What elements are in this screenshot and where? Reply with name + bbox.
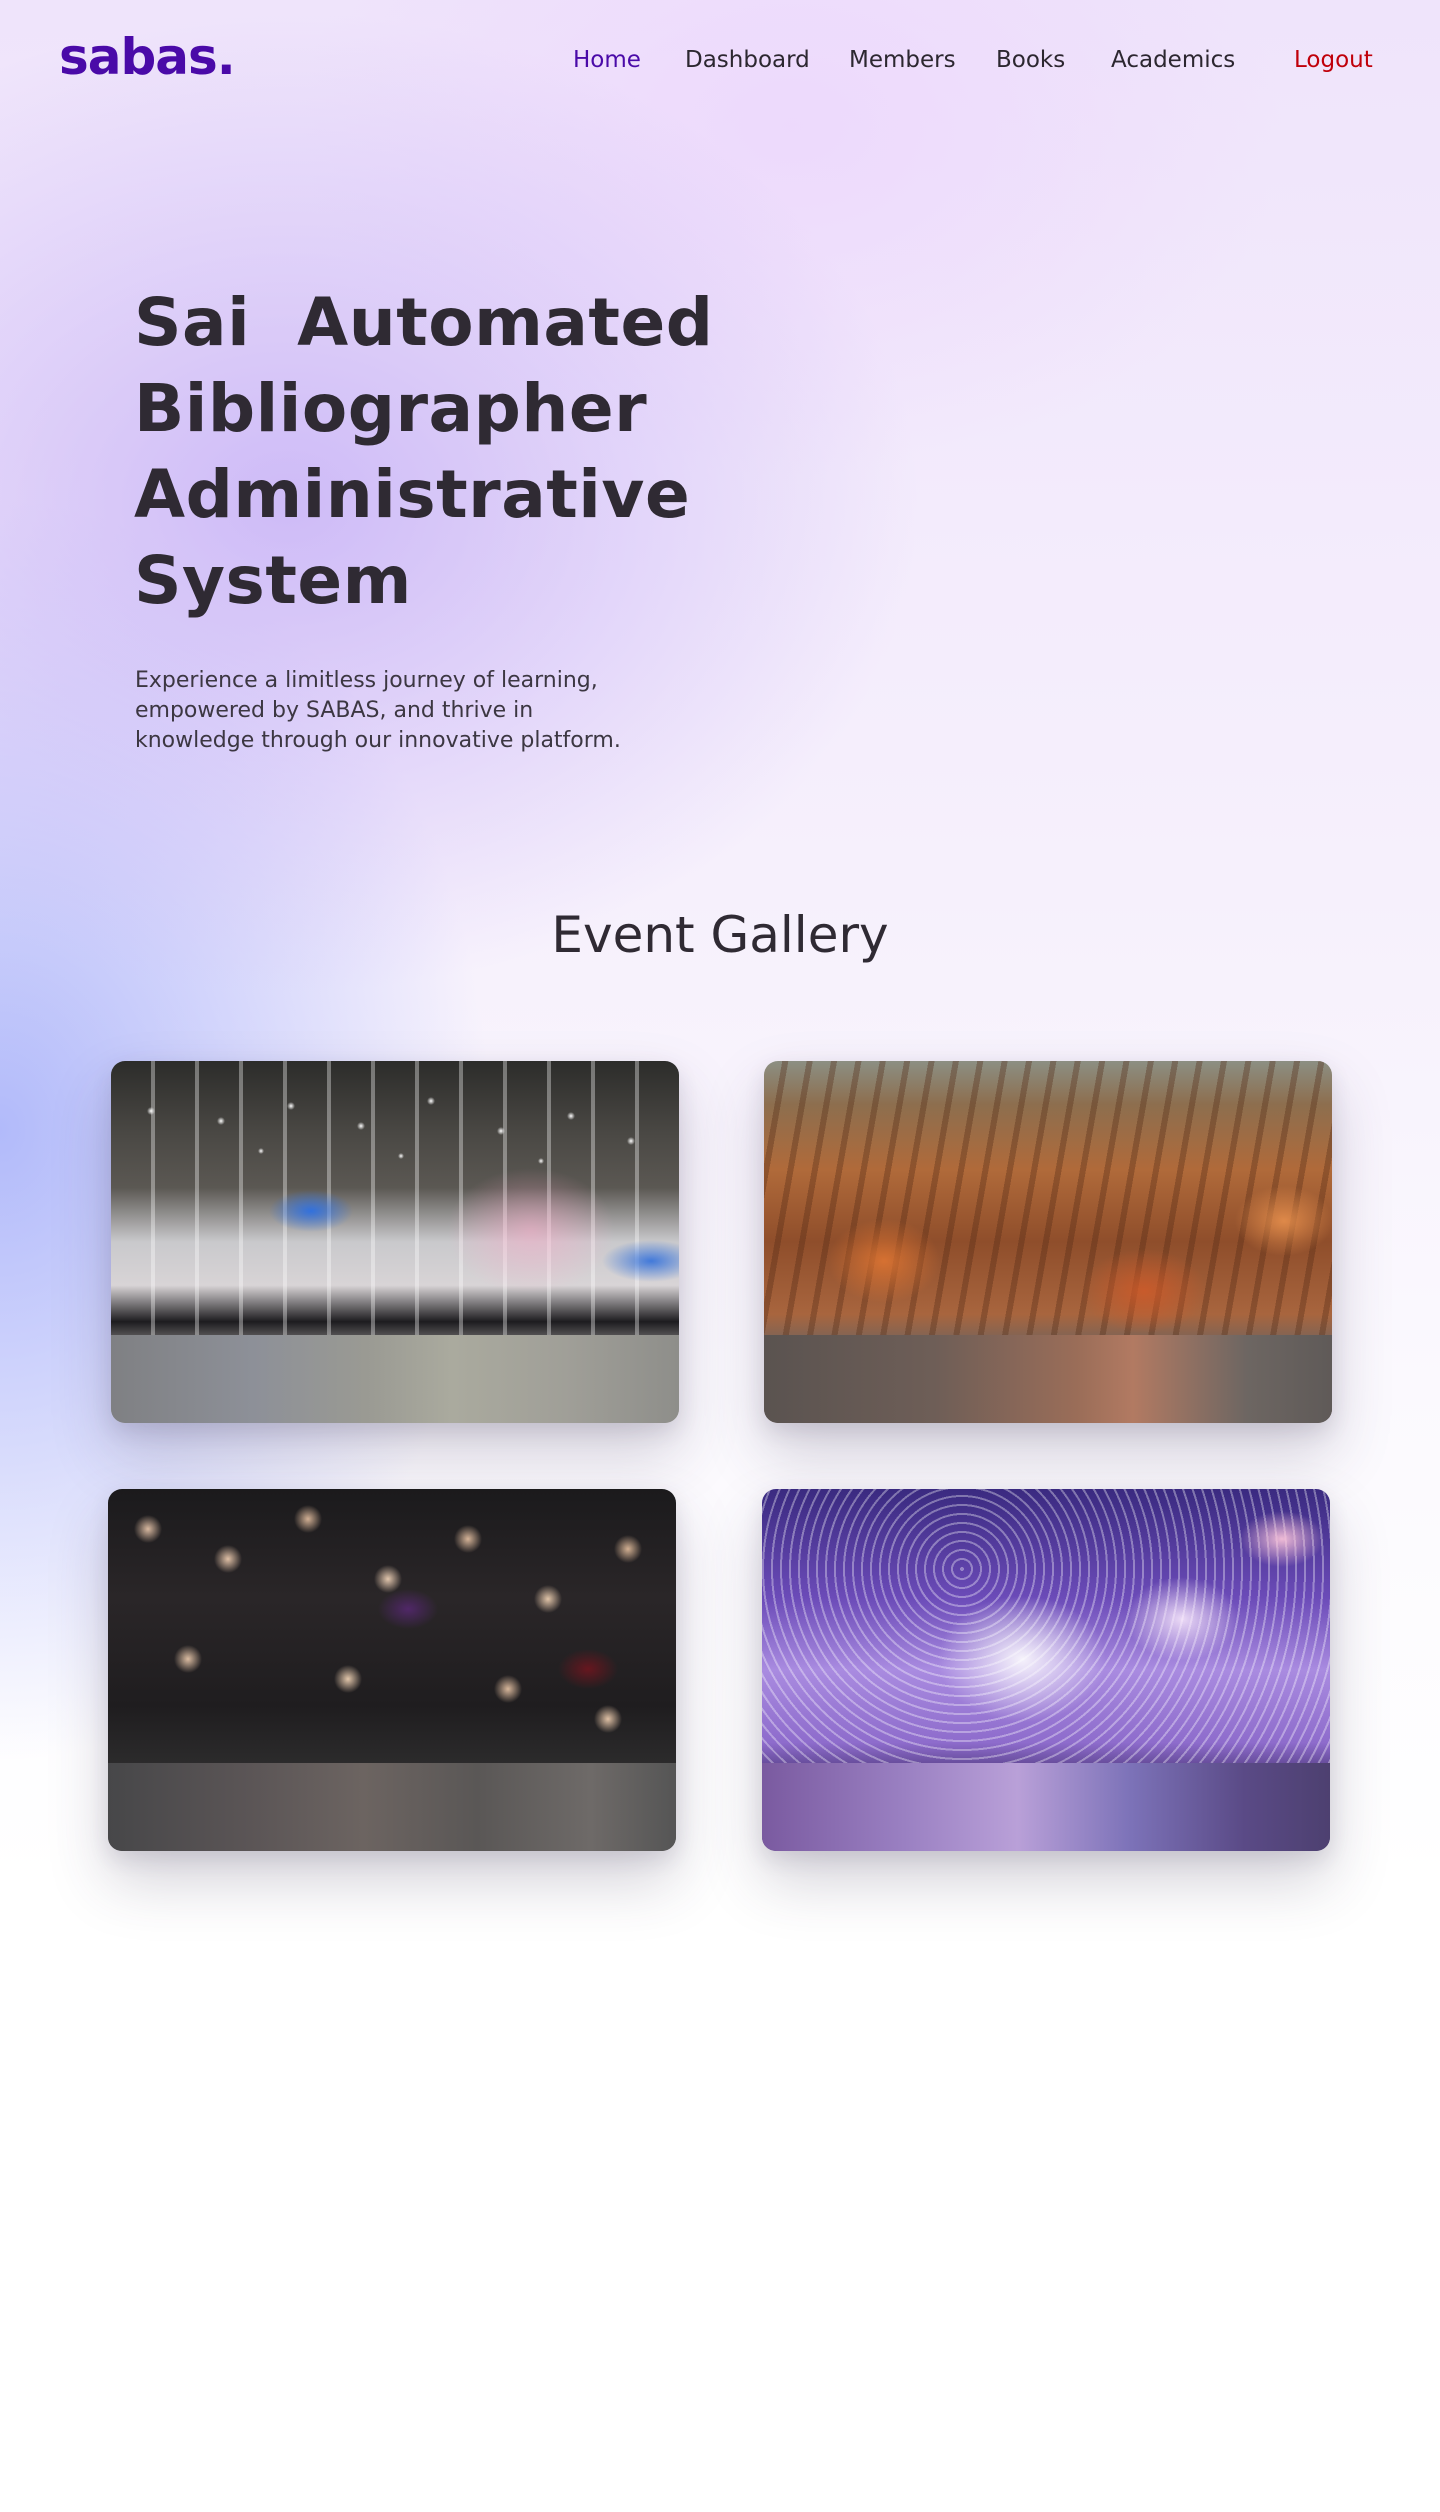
hero-title-line: Bibliographer (134, 370, 648, 447)
logout-button[interactable]: Logout (1294, 40, 1373, 80)
card-caption-bar (111, 1335, 679, 1423)
gallery-card-conference[interactable] (111, 1061, 679, 1423)
card-caption-bar (762, 1763, 1330, 1851)
gallery-title: Event Gallery (551, 906, 889, 964)
nav-links: Home Dashboard Members Books Academics L… (0, 40, 1440, 80)
gallery-card-formal-audience[interactable] (108, 1489, 676, 1851)
nav-item-members[interactable]: Members (849, 40, 956, 80)
gallery-card-concert[interactable] (762, 1489, 1330, 1851)
hero-title-line: Sai Automated (134, 284, 714, 361)
ceiling-lights (111, 1061, 679, 1181)
hero-title: Sai Automated Bibliographer Administrati… (134, 280, 714, 624)
hero-title-line: System (134, 542, 412, 619)
hero-subtitle: Experience a limitless journey of learni… (135, 668, 621, 753)
card-caption-bar (108, 1763, 676, 1851)
top-navigation: sabas. Home Dashboard Members Books Acad… (0, 0, 1440, 120)
card-caption-bar (764, 1335, 1332, 1423)
nav-item-academics[interactable]: Academics (1111, 40, 1235, 80)
nav-item-dashboard[interactable]: Dashboard (685, 40, 810, 80)
hero-title-line: Administrative (134, 456, 691, 533)
gallery-card-festival[interactable] (764, 1061, 1332, 1423)
nav-item-home[interactable]: Home (573, 40, 641, 80)
nav-item-books[interactable]: Books (996, 40, 1065, 80)
